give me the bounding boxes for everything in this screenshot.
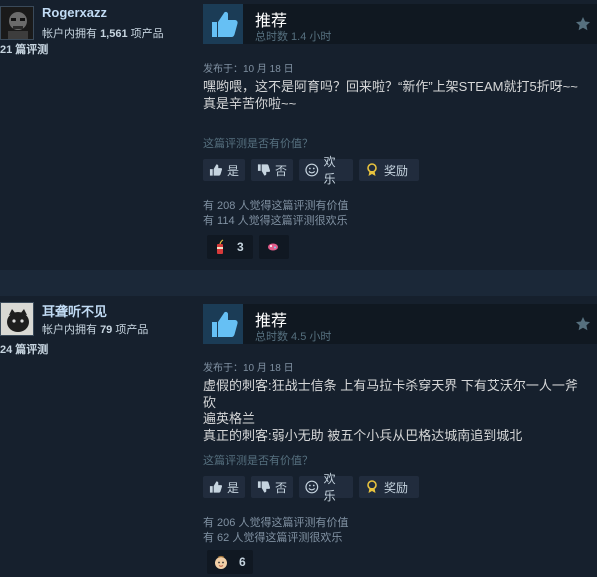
award-count: 3 <box>237 240 244 254</box>
author-name[interactable]: Rogerxazz <box>42 5 107 20</box>
review-body: 推荐 总时数 1.4 小时 发布于：10 月 18 日 嘿哟喂，这不是阿育吗？回… <box>195 0 597 270</box>
thumbs-up-icon <box>203 4 243 44</box>
owned-prefix: 帐户内拥有 <box>42 28 97 40</box>
vote-funny-button[interactable]: 欢乐 <box>299 155 353 186</box>
award-ribbon-icon <box>367 480 377 493</box>
author-name[interactable]: 耳聋听不见 <box>42 301 107 320</box>
thumbs-down-icon <box>257 481 270 493</box>
award-reaction[interactable] <box>259 235 289 259</box>
award-reaction[interactable]: 6 <box>207 550 253 574</box>
vote-yes-button[interactable]: 是 <box>203 476 245 498</box>
thumbs-up-icon <box>209 481 222 493</box>
review-card: 耳聋听不见 帐户内拥有 79 项产品 24 篇评测 推荐 总时数 4.5 小时 … <box>0 296 597 577</box>
owned-count: 1,561 <box>100 28 128 40</box>
posted-date: 发布于：10 月 18 日 <box>203 64 294 75</box>
funny-count: 有 114 人觉得这篇评测很欢乐 <box>203 215 348 227</box>
baby-face-award-icon <box>215 555 227 569</box>
products-owned: 帐户内拥有 1,561 项产品 <box>42 25 164 41</box>
award-star-icon[interactable] <box>575 316 591 337</box>
vote-yes-label: 是 <box>226 163 239 178</box>
vote-no-button[interactable]: 否 <box>251 476 293 498</box>
hours-played: 总时数 1.4 小时 <box>255 31 332 43</box>
vote-yes-label: 是 <box>226 480 239 495</box>
vote-funny-button[interactable]: 欢乐 <box>299 472 353 503</box>
helpful-question: 这篇评测是否有价值？ <box>203 455 313 467</box>
vote-no-button[interactable]: 否 <box>251 159 293 181</box>
award-label: 奖励 <box>384 163 409 178</box>
review-count[interactable]: 21 篇评测 <box>0 41 48 57</box>
hours-played: 总时数 4.5 小时 <box>255 331 332 343</box>
owned-suffix: 项产品 <box>115 324 149 336</box>
funny-count: 有 62 人觉得这篇评测很欢乐 <box>203 532 343 544</box>
helpful-count: 有 206 人觉得这篇评测有价值 <box>203 517 349 529</box>
firecracker-award-icon <box>217 239 224 254</box>
award-button[interactable]: 奖励 <box>359 159 419 181</box>
award-reaction[interactable]: 3 <box>207 235 253 259</box>
helpful-count: 有 208 人觉得这篇评测有价值 <box>203 200 349 212</box>
review-text: 嘿哟喂，这不是阿育吗？回来啦？“新作”上架STEAM就打5折呀~~真是辛苦你啦~… <box>203 79 578 111</box>
owned-prefix: 帐户内拥有 <box>42 324 97 336</box>
award-ribbon-icon <box>367 163 377 176</box>
vote-header[interactable]: 推荐 总时数 4.5 小时 <box>203 304 597 344</box>
review-body: 推荐 总时数 4.5 小时 发布于：10 月 18 日 虚假的刺客:狂战士信条 … <box>195 296 597 577</box>
award-label: 奖励 <box>384 480 409 495</box>
smiley-icon <box>305 480 319 494</box>
review-text-line: 真正的刺客:弱小无助 被五个小兵从巴格达城南追到城北 <box>203 427 523 443</box>
award-star-icon[interactable] <box>575 16 591 37</box>
award-count: 6 <box>239 555 246 569</box>
candy-award-icon <box>268 243 278 251</box>
vote-funny-label: 欢乐 <box>323 472 336 503</box>
review-count[interactable]: 24 篇评测 <box>0 341 48 357</box>
thumbs-down-icon <box>257 164 270 176</box>
posted-date: 发布于：10 月 18 日 <box>203 363 294 374</box>
thumbs-up-icon <box>209 164 222 176</box>
helpful-question: 这篇评测是否有价值？ <box>203 138 313 150</box>
avatar[interactable] <box>0 302 34 336</box>
review-text-line: 遍英格兰 <box>203 411 256 426</box>
review-text-line: 虚假的刺客:狂战士信条 上有马拉卡杀穿天界 下有艾沃尔一人一斧砍 <box>203 378 578 410</box>
thumbs-up-icon <box>203 304 243 344</box>
products-owned: 帐户内拥有 79 项产品 <box>42 321 148 337</box>
vote-header[interactable]: 推荐 总时数 1.4 小时 <box>203 4 597 44</box>
vote-yes-button[interactable]: 是 <box>203 159 245 181</box>
review-author-panel: 耳聋听不见 帐户内拥有 79 项产品 24 篇评测 <box>0 296 195 577</box>
owned-count: 79 <box>100 324 113 336</box>
avatar[interactable] <box>0 6 34 40</box>
review-text: 虚假的刺客:狂战士信条 上有马拉卡杀穿天界 下有艾沃尔一人一斧砍 遍英格兰 真正… <box>203 378 589 444</box>
owned-suffix: 项产品 <box>130 28 164 40</box>
vote-no-label: 否 <box>274 163 287 178</box>
review-separator <box>0 270 597 296</box>
review-author-panel: Rogerxazz 帐户内拥有 1,561 项产品 21 篇评测 <box>0 0 195 270</box>
smiley-icon <box>305 163 319 177</box>
vote-no-label: 否 <box>274 480 287 495</box>
vote-funny-label: 欢乐 <box>323 155 336 186</box>
award-button[interactable]: 奖励 <box>359 476 419 498</box>
review-card: Rogerxazz 帐户内拥有 1,561 项产品 21 篇评测 推荐 总时数 … <box>0 0 597 270</box>
